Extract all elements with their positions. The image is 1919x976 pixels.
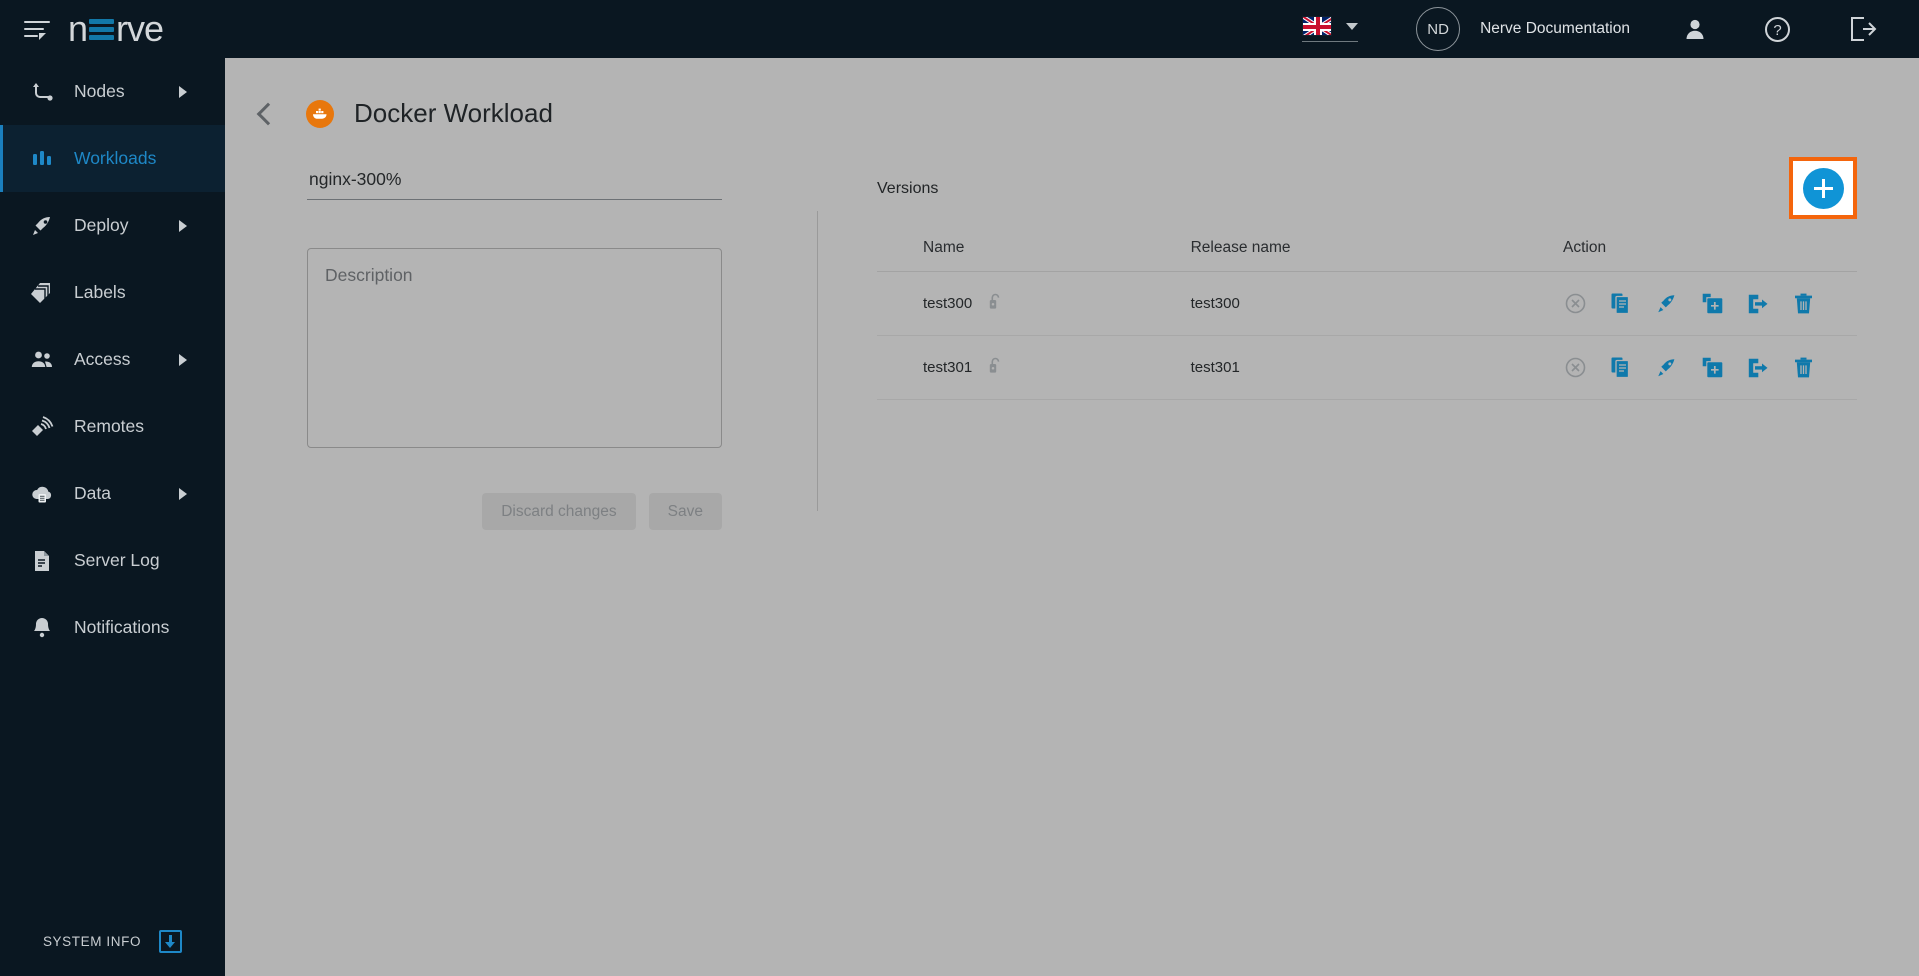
sidebar-item-label: Labels [74, 282, 126, 302]
sidebar-item-workloads[interactable]: Workloads [0, 125, 225, 192]
column-header-release-name: Release name [1190, 239, 1563, 272]
remote-signal-icon [22, 415, 62, 439]
rocket-icon [22, 214, 62, 238]
sidebar-item-label: Access [74, 349, 131, 369]
discard-changes-button[interactable]: Discard changes [482, 493, 636, 530]
workload-form: Discard changes Save [225, 169, 817, 530]
column-header-action: Action [1563, 239, 1857, 272]
main-content: Docker Workload Discard changes Save Ver… [225, 58, 1919, 976]
sidebar-item-deploy[interactable]: Deploy [0, 192, 225, 259]
chevron-right-icon [179, 353, 187, 366]
unlocked-padlock-icon [989, 293, 1002, 314]
svg-text:?: ? [1773, 22, 1781, 39]
logo-text-end: rve [116, 8, 164, 49]
trash-delete-icon[interactable] [1794, 293, 1813, 314]
avatar-initials: ND [1427, 20, 1449, 38]
versions-table: Name Release name Action test300 test300… [877, 239, 1857, 400]
chevron-right-icon [179, 487, 187, 500]
system-info-button[interactable]: SYSTEM INFO [0, 906, 225, 976]
duplicate-add-icon[interactable] [1702, 293, 1723, 314]
language-selector[interactable] [1302, 16, 1359, 42]
app-root: n rve ND Nerve Documentation ? Nodes Wor… [0, 0, 1919, 976]
nerve-logo[interactable]: n rve [68, 8, 164, 49]
table-row[interactable]: test301 test301 [877, 335, 1857, 400]
user-icon[interactable] [1684, 17, 1706, 41]
content-columns: Discard changes Save Versions Name [225, 157, 1919, 530]
version-name: test301 [923, 359, 973, 376]
chevron-down-icon [1346, 22, 1359, 30]
sidebar-item-label: Server Log [74, 550, 160, 570]
deploy-rocket-icon[interactable] [1656, 357, 1677, 378]
help-question-icon[interactable]: ? [1764, 16, 1791, 43]
version-name-cell: test301 [923, 357, 1191, 378]
versions-section-label: Versions [877, 180, 939, 197]
sidebar-item-remotes[interactable]: Remotes [0, 393, 225, 460]
bell-icon [22, 616, 62, 640]
workload-name-input[interactable] [307, 169, 722, 200]
chevron-right-icon [179, 85, 187, 98]
header-right-group: ND Nerve Documentation ? [1302, 0, 1919, 58]
trash-delete-icon[interactable] [1794, 357, 1813, 378]
form-actions: Discard changes Save [307, 493, 722, 530]
nodes-icon [22, 80, 62, 104]
labels-tag-icon [22, 281, 62, 305]
organization-name: Nerve Documentation [1480, 20, 1630, 37]
version-actions [1563, 357, 1857, 378]
sidebar-item-label: Data [74, 483, 111, 503]
users-icon [22, 348, 62, 372]
deploy-rocket-icon[interactable] [1656, 293, 1677, 314]
sidebar-item-label: Remotes [74, 416, 145, 436]
add-version-button[interactable] [1802, 167, 1844, 209]
page-title: Docker Workload [354, 98, 553, 128]
duplicate-add-icon[interactable] [1702, 357, 1723, 378]
version-actions [1563, 293, 1857, 314]
sidebar-item-label: Workloads [74, 148, 157, 168]
uk-flag-icon [1302, 16, 1333, 36]
cancel-circle-icon [1565, 293, 1586, 314]
hamburger-menu-icon[interactable] [24, 19, 50, 40]
logout-icon[interactable] [1849, 16, 1877, 42]
version-name-cell: test300 [923, 293, 1191, 314]
version-release-name: test301 [1190, 335, 1563, 400]
unlocked-padlock-icon [989, 357, 1002, 378]
sidebar-item-data[interactable]: Data [0, 460, 225, 527]
sidebar-item-notifications[interactable]: Notifications [0, 594, 225, 661]
avatar[interactable]: ND [1416, 7, 1461, 51]
save-button[interactable]: Save [648, 493, 722, 530]
page-header: Docker Workload [225, 58, 1919, 129]
column-header-name: Name [877, 239, 1191, 272]
table-row[interactable]: test300 test300 [877, 271, 1857, 336]
export-icon[interactable] [1748, 294, 1769, 314]
sidebar-item-label: Deploy [74, 215, 129, 235]
sidebar-nav: Nodes Workloads Deploy Labels Access Rem… [0, 58, 225, 976]
logo-text-start: n [68, 8, 88, 49]
table-header-row: Name Release name Action [877, 239, 1857, 272]
system-info-label: SYSTEM INFO [42, 933, 142, 949]
sidebar-item-label: Notifications [74, 617, 170, 637]
versions-header: Versions [877, 169, 1857, 209]
cloud-data-icon [22, 482, 62, 506]
versions-panel: Versions Name Release name Action test30… [817, 157, 1919, 530]
copy-documents-icon[interactable] [1611, 357, 1631, 378]
sidebar-item-access[interactable]: Access [0, 326, 225, 393]
docker-whale-icon [306, 99, 334, 128]
version-name: test300 [923, 295, 973, 312]
workload-description-input[interactable] [307, 248, 722, 448]
sidebar-item-nodes[interactable]: Nodes [0, 58, 225, 125]
sidebar-item-labels[interactable]: Labels [0, 259, 225, 326]
sidebar-item-label: Nodes [74, 81, 125, 101]
logo-e-bars-icon [89, 19, 115, 41]
document-log-icon [22, 549, 62, 573]
copy-documents-icon[interactable] [1611, 293, 1631, 314]
version-release-name: test300 [1190, 271, 1563, 336]
sidebar-item-server-log[interactable]: Server Log [0, 527, 225, 594]
cancel-circle-icon [1565, 357, 1586, 378]
add-version-highlight [1789, 157, 1857, 219]
download-box-icon [159, 929, 183, 953]
back-chevron-icon[interactable] [256, 102, 280, 125]
chevron-right-icon [179, 219, 187, 232]
top-header: n rve ND Nerve Documentation ? [0, 0, 1919, 58]
export-icon[interactable] [1748, 358, 1769, 378]
workloads-icon [22, 147, 62, 171]
